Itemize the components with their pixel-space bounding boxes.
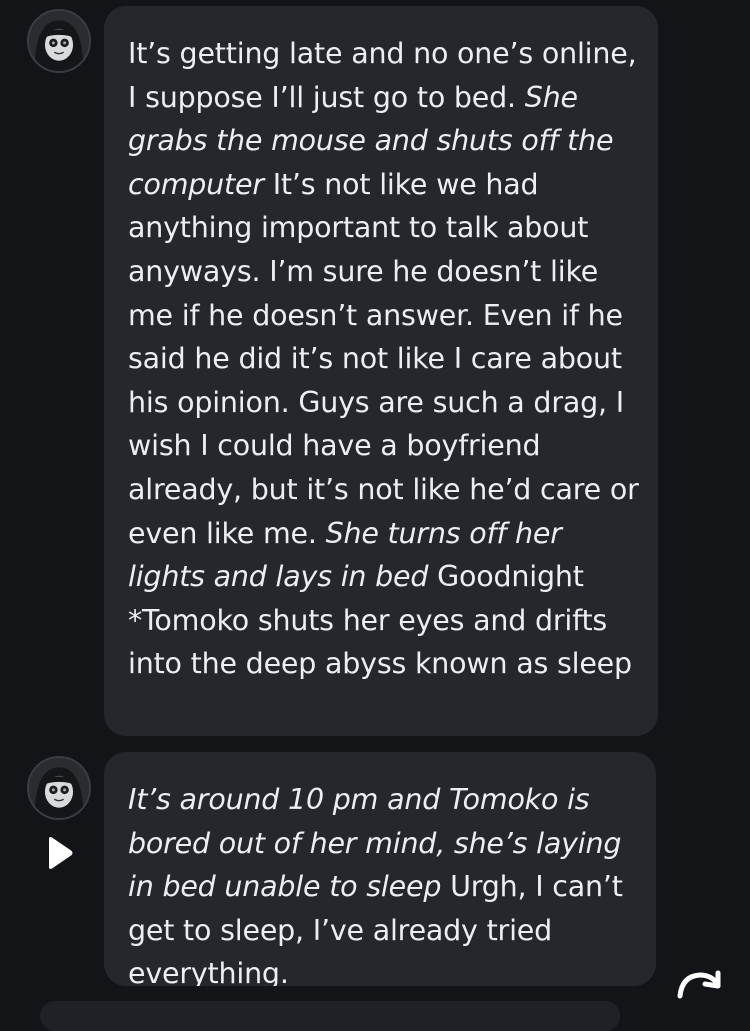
character-avatar[interactable] (27, 9, 91, 73)
message-composer[interactable] (40, 1001, 620, 1031)
character-avatar[interactable] (27, 756, 91, 820)
avatar-icon (29, 758, 89, 818)
message-text: It’s around 10 pm and Tomoko is bored ou… (128, 778, 638, 986)
chat-message-bubble[interactable]: It’s around 10 pm and Tomoko is bored ou… (104, 752, 656, 986)
play-voice-button[interactable] (45, 835, 75, 871)
play-icon (49, 837, 73, 869)
regenerate-button[interactable] (672, 962, 724, 1002)
message-segment: It’s not like we had anything important … (128, 167, 639, 550)
chat-message-bubble[interactable]: It’s getting late and no one’s online, I… (104, 6, 658, 736)
message-text: It’s getting late and no one’s online, I… (128, 32, 640, 686)
regenerate-icon (677, 970, 721, 999)
avatar-icon (29, 11, 89, 71)
